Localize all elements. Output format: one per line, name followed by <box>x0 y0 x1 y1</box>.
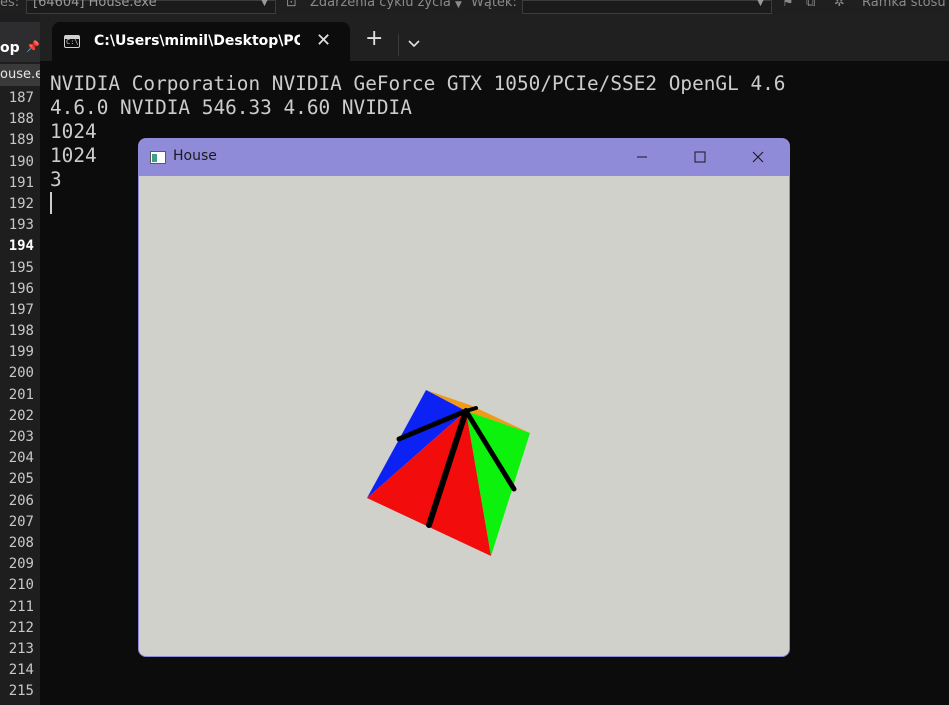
line-numbers: 187 188 189 190 191 192 193 194 195 196 197 198 199 2… <box>0 88 38 702</box>
new-tab-button[interactable]: + <box>365 28 383 50</box>
terminal-tab[interactable]: C:\ C:\Users\mimil\Desktop\PG3D ✕ <box>52 22 350 62</box>
pin-icon[interactable]: 📌 <box>26 40 40 53</box>
pyramid-render <box>367 390 530 556</box>
chevron-down-icon: ▼ <box>261 0 268 8</box>
line-number: 196 <box>8 280 34 297</box>
stack-frame-label: Ramka stosu <box>862 0 946 10</box>
bug-icon[interactable]: ✲ <box>834 0 845 9</box>
filter-icon[interactable]: ⧉ <box>806 0 815 9</box>
line-number: 204 <box>8 450 34 467</box>
line-number: 199 <box>8 344 34 361</box>
window-app-icon <box>150 151 166 164</box>
house-titlebar[interactable]: House <box>139 139 789 176</box>
flag-icon[interactable]: ⚑ <box>782 0 794 9</box>
line-number: 209 <box>8 556 34 573</box>
tool-panel-header: op 📌 <box>0 22 40 62</box>
line-number: 198 <box>8 323 34 340</box>
line-number: 211 <box>8 598 34 615</box>
terminal-line: 4.6.0 NVIDIA 546.33 4.60 NVIDIA <box>50 96 412 119</box>
maximize-button[interactable] <box>671 139 729 176</box>
close-button[interactable] <box>729 139 787 176</box>
process-value: [64604] House.exe <box>33 0 157 10</box>
line-number: 201 <box>8 386 34 403</box>
line-number: 187 <box>8 90 34 106</box>
line-number: 202 <box>8 407 34 424</box>
line-number: 210 <box>8 577 34 594</box>
line-number: 194 <box>8 238 34 255</box>
terminal-line: NVIDIA Corporation NVIDIA GeForce GTX 10… <box>50 72 786 95</box>
file-tab[interactable]: ouse.exe <box>0 64 40 86</box>
lifecycle-icon: ⊡ <box>286 0 297 10</box>
line-number: 200 <box>8 365 34 382</box>
line-number: 213 <box>8 640 34 657</box>
line-number: 192 <box>8 195 34 212</box>
terminal-tab-bar: C:\ C:\Users\mimil\Desktop\PG3D ✕ + <box>40 14 949 62</box>
house-window: House <box>138 138 790 657</box>
line-number: 190 <box>8 153 34 170</box>
line-number: 191 <box>8 174 34 191</box>
process-selector[interactable]: [64604] House.exe ▼ <box>26 0 276 14</box>
console-icon: C:\ <box>64 35 80 48</box>
line-number: 214 <box>8 662 34 679</box>
line-number: 208 <box>8 534 34 551</box>
tab-title: C:\Users\mimil\Desktop\PG3D <box>94 33 300 49</box>
line-number: 189 <box>8 132 34 149</box>
line-number: 195 <box>8 259 34 276</box>
chevron-down-icon: ▼ <box>757 0 764 8</box>
lifecycle-events-button[interactable]: Zdarzenia cyklu życia <box>310 0 451 9</box>
window-title: House <box>173 148 217 164</box>
panel-title: op <box>0 40 20 56</box>
line-number: 207 <box>8 513 34 530</box>
minimize-button[interactable] <box>613 139 671 176</box>
process-label: es: <box>0 0 20 10</box>
line-number: 203 <box>8 429 34 445</box>
chevron-down-icon[interactable] <box>406 36 422 52</box>
line-number: 212 <box>8 619 34 636</box>
opengl-canvas[interactable] <box>139 176 789 657</box>
line-number: 206 <box>8 492 34 509</box>
line-number: 188 <box>8 111 34 128</box>
line-number: 193 <box>8 217 34 234</box>
close-icon[interactable]: ✕ <box>316 30 331 51</box>
vs-debug-toolbar: es: [64604] House.exe ▼ ⊡ Zdarzenia cykl… <box>0 0 949 14</box>
tab-separator <box>398 34 399 56</box>
line-number: 205 <box>8 471 34 488</box>
line-number: 197 <box>8 301 34 318</box>
chevron-down-icon: ▼ <box>455 0 462 10</box>
text-cursor <box>50 192 52 214</box>
thread-label: Wątek: <box>471 0 517 10</box>
line-number: 215 <box>8 683 34 700</box>
thread-selector[interactable]: ▼ <box>522 0 772 14</box>
